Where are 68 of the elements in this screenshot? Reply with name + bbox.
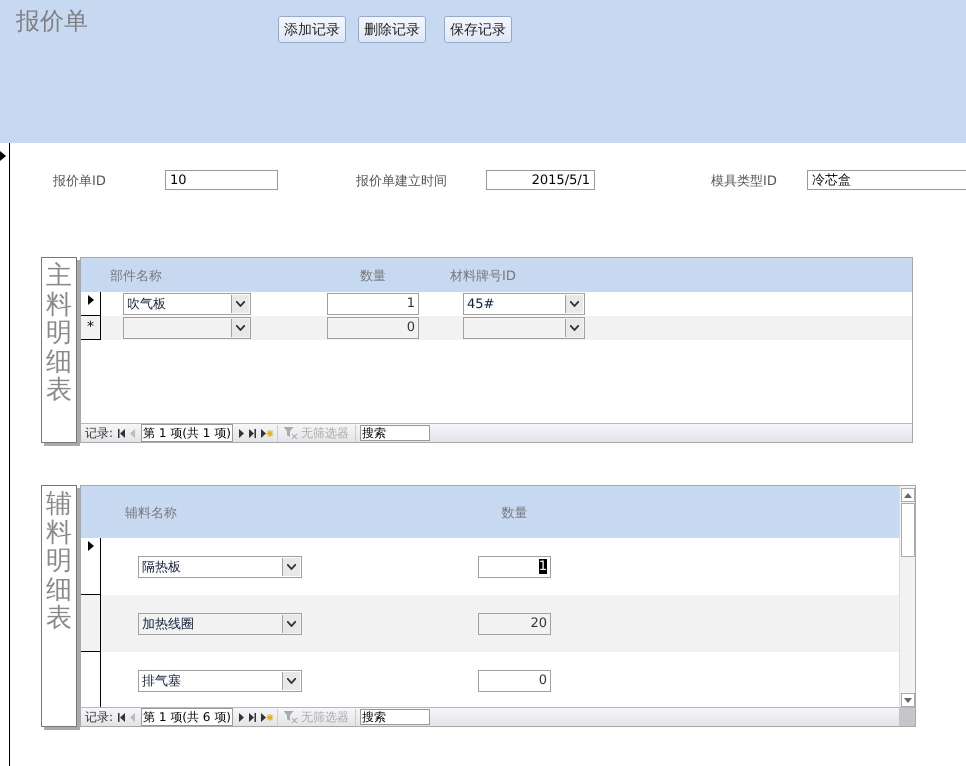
caret-icon — [570, 325, 579, 331]
text-field[interactable]: 冷芯盒 — [807, 170, 966, 190]
text-field[interactable]: 2015/5/1 — [486, 170, 595, 190]
first-record-icon[interactable] — [117, 712, 126, 722]
caret-icon — [287, 564, 296, 570]
action-button[interactable]: 删除记录 — [358, 16, 426, 43]
search-field[interactable]: 搜索 — [360, 709, 430, 725]
last-record-icon[interactable] — [248, 428, 257, 438]
scroll-up-icon[interactable] — [904, 492, 912, 498]
combo-box[interactable]: 隔热板 — [138, 556, 302, 578]
dropdown-button[interactable] — [565, 295, 583, 313]
current-record-icon — [88, 295, 94, 305]
next-record-icon[interactable] — [236, 712, 245, 722]
record-position[interactable]: 第 1 项(共 1 项) — [141, 424, 233, 442]
last-record-icon[interactable] — [248, 712, 257, 722]
combo-box[interactable]: 排气塞 — [138, 670, 302, 692]
record-selector[interactable] — [81, 595, 101, 652]
quantity-field[interactable]: 0 — [478, 670, 551, 692]
first-record-icon[interactable] — [117, 428, 126, 438]
dropdown-button[interactable] — [231, 319, 249, 337]
dropdown-button[interactable] — [565, 319, 583, 337]
caret-icon — [287, 620, 296, 626]
quantity-field[interactable]: 1 — [327, 293, 419, 315]
next-record-icon[interactable] — [236, 428, 245, 438]
column-header: 数量 — [502, 506, 528, 521]
action-button[interactable]: 添加记录 — [278, 16, 346, 43]
nav-label: 记录: — [85, 708, 114, 726]
combo-box[interactable]: 45# — [463, 293, 585, 315]
filter-off-icon — [284, 711, 298, 723]
field-label: 模具类型ID — [711, 174, 777, 189]
search-field[interactable]: 搜索 — [360, 425, 430, 441]
quantity-field[interactable]: 1 — [478, 556, 551, 578]
caret-icon — [236, 325, 245, 331]
field-label: 报价单ID — [53, 174, 106, 189]
dropdown-button[interactable] — [282, 558, 300, 576]
dropdown-button[interactable] — [282, 672, 300, 690]
action-button[interactable]: 保存记录 — [444, 16, 512, 43]
dropdown-button[interactable] — [231, 295, 249, 313]
combo-box[interactable]: 吹气板 — [123, 293, 251, 315]
caret-icon — [570, 301, 579, 307]
nav-label: 记录: — [85, 424, 114, 442]
quantity-field[interactable]: 0 — [327, 317, 419, 339]
column-header: 辅料名称 — [125, 506, 177, 521]
column-header: 数量 — [360, 269, 386, 284]
filter-off-icon — [284, 427, 298, 439]
form-title: 报价单 — [16, 6, 89, 37]
record-position[interactable]: 第 1 项(共 6 项) — [141, 708, 233, 726]
scrollbar-thumb[interactable] — [900, 503, 914, 557]
current-record-icon — [88, 541, 94, 551]
column-header: 材料牌号ID — [450, 269, 516, 284]
caret-icon — [287, 678, 296, 684]
scrollbar-corner — [899, 708, 915, 726]
new-record-mark: * — [87, 319, 94, 335]
combo-box[interactable]: 加热线圈 — [138, 612, 302, 634]
dropdown-button[interactable] — [282, 614, 300, 632]
new-record-icon[interactable] — [260, 712, 273, 722]
scroll-down-icon[interactable] — [904, 698, 912, 702]
subform-caption: 辅料明细表 — [41, 485, 77, 727]
field-label: 报价单建立时间 — [356, 174, 447, 189]
vertical-scrollbar[interactable] — [899, 486, 915, 707]
new-record-icon[interactable] — [260, 428, 273, 438]
current-record-icon — [0, 151, 6, 161]
subform-caption: 主料明细表 — [41, 257, 77, 443]
quantity-field[interactable]: 20 — [478, 612, 551, 634]
caret-icon — [236, 301, 245, 307]
record-selector[interactable]: * — [81, 316, 101, 340]
text-field[interactable]: 10 — [165, 170, 278, 190]
column-header: 部件名称 — [110, 269, 162, 284]
